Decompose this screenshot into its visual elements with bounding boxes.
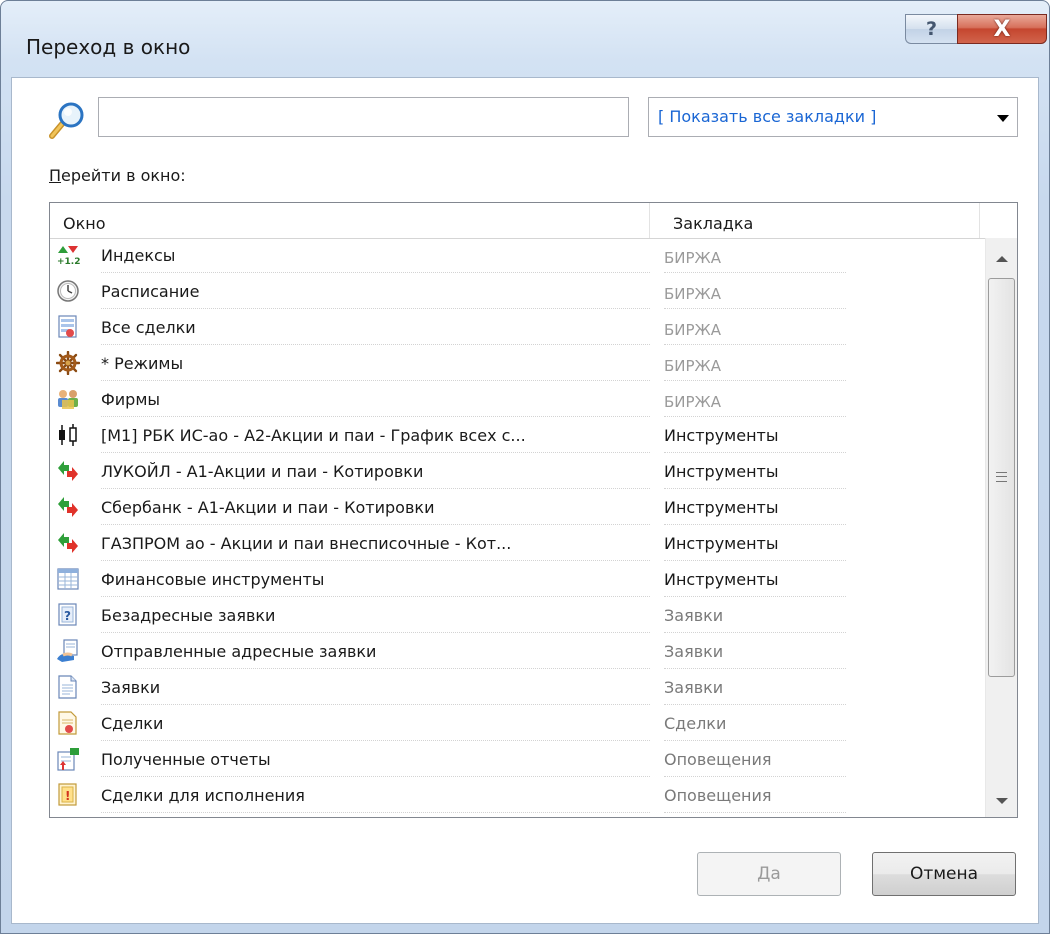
document-icon <box>58 675 77 699</box>
chevron-down-icon[interactable] <box>997 115 1009 122</box>
list-item[interactable]: Фирмы БИРЖА <box>50 382 985 418</box>
cancel-button[interactable]: Отмена <box>872 852 1016 896</box>
row-window-name: Фирмы <box>101 382 650 417</box>
row-bookmark: БИРЖА <box>664 238 846 273</box>
list-header: Окно Закладка <box>50 203 1017 239</box>
row-bookmark: Сделки <box>664 706 846 741</box>
row-window-name: Финансовые инструменты <box>101 562 650 597</box>
list-item[interactable]: Сбербанк - А1-Акции и паи - Котировки Ин… <box>50 490 985 526</box>
list-item[interactable]: Полученные отчеты Оповещения <box>50 742 985 778</box>
goto-label-accel: П <box>49 166 62 185</box>
row-bookmark: Оповещения <box>664 778 846 813</box>
help-button[interactable]: ? <box>905 14 957 44</box>
row-window-name: Сделки для исполнения <box>101 778 650 813</box>
search-input[interactable] <box>98 97 629 137</box>
firms-icon <box>58 390 78 409</box>
list-item[interactable]: +1.2% Индексы БИРЖА <box>50 238 985 274</box>
goto-label-text: ерейти в окно: <box>61 166 186 185</box>
clock-icon <box>57 280 79 302</box>
list-item[interactable]: Отправленные адресные заявки Заявки <box>50 634 985 670</box>
close-button[interactable]: X <box>957 14 1047 44</box>
row-bookmark: Оповещения <box>664 742 846 777</box>
indexes-icon: +1.2% <box>57 246 80 267</box>
column-header-window[interactable]: Окно <box>50 203 650 238</box>
list-item[interactable]: Финансовые инструменты Инструменты <box>50 562 985 598</box>
row-window-name: Все сделки <box>101 310 650 345</box>
row-window-name: ГАЗПРОМ ао - Акции и паи внесписочные - … <box>101 526 650 561</box>
row-bookmark: БИРЖА <box>664 346 846 381</box>
list-item[interactable]: Заявки Заявки <box>50 670 985 706</box>
svg-text:?: ? <box>64 609 71 623</box>
scrollbar-thumb[interactable] <box>988 278 1015 677</box>
row-window-name: * Режимы <box>101 346 650 381</box>
row-window-name: Отправленные адресные заявки <box>101 634 650 669</box>
row-bookmark: Заявки <box>664 598 846 633</box>
list-item[interactable]: Расписание БИРЖА <box>50 274 985 310</box>
help-icon: ? <box>925 18 938 40</box>
table-icon <box>57 568 79 590</box>
row-bookmark: Заявки <box>664 634 846 669</box>
ok-button[interactable]: Да <box>697 852 841 896</box>
column-header-bookmark[interactable]: Закладка <box>650 203 980 238</box>
scroll-up-arrow-icon[interactable] <box>996 256 1008 262</box>
row-window-name: Индексы <box>101 238 650 273</box>
row-window-name: Сбербанк - А1-Акции и паи - Котировки <box>101 490 650 525</box>
list-item[interactable]: ГАЗПРОМ ао - Акции и паи внесписочные - … <box>50 526 985 562</box>
row-window-name: Заявки <box>101 670 650 705</box>
row-window-name: Расписание <box>101 274 650 309</box>
quotes-icon <box>58 461 78 481</box>
list-item[interactable]: ? Безадресные заявки Заявки <box>50 598 985 634</box>
vertical-scrollbar[interactable] <box>985 238 1017 817</box>
list-item[interactable]: * Режимы БИРЖА <box>50 346 985 382</box>
quotes-icon <box>58 497 78 517</box>
close-icon: X <box>993 16 1011 42</box>
row-bookmark: Инструменты <box>664 526 846 561</box>
svg-text:+1.2%: +1.2% <box>57 257 80 267</box>
row-window-name: Сделки <box>101 706 650 741</box>
row-bookmark: Инструменты <box>664 418 846 453</box>
ship-wheel-icon <box>56 351 80 375</box>
row-window-name: Безадресные заявки <box>101 598 650 633</box>
row-bookmark: БИРЖА <box>664 310 846 345</box>
row-bookmark: Инструменты <box>664 454 846 489</box>
quotes-icon <box>58 533 78 553</box>
bookmark-filter-dropdown[interactable]: [ Показать все закладки ] <box>648 97 1018 137</box>
row-bookmark: БИРЖА <box>664 382 846 417</box>
svg-text:!: ! <box>65 789 70 803</box>
hand-doc-icon <box>57 639 78 662</box>
list-item[interactable]: Все сделки БИРЖА <box>50 310 985 346</box>
list-item[interactable]: [M1] РБК ИС-ао - А2-Акции и паи - График… <box>50 418 985 454</box>
row-bookmark: Инструменты <box>664 562 846 597</box>
alert-doc-icon: ! <box>58 783 77 806</box>
window-list[interactable]: Окно Закладка +1.2% Индексы БИРЖА Распис… <box>49 202 1018 818</box>
list-item[interactable]: ! Сделки для исполнения Оповещения <box>50 778 985 814</box>
list-rows: +1.2% Индексы БИРЖА Расписание БИРЖА <box>50 238 985 814</box>
list-item[interactable]: ЛУКОЙЛ - А1-Акции и паи - Котировки Инст… <box>50 454 985 490</box>
row-window-name: [M1] РБК ИС-ао - А2-Акции и паи - График… <box>101 418 650 453</box>
row-bookmark: БИРЖА <box>664 274 846 309</box>
candlestick-icon <box>59 424 77 446</box>
received-reports-icon <box>57 748 79 771</box>
row-window-name: Полученные отчеты <box>101 742 650 777</box>
grip-icon <box>996 472 1007 482</box>
row-bookmark: Заявки <box>664 670 846 705</box>
row-bookmark: Инструменты <box>664 490 846 525</box>
search-icon <box>49 102 84 139</box>
list-item[interactable]: Сделки Сделки <box>50 706 985 742</box>
bookmark-filter-value: [ Показать все закладки ] <box>658 107 877 126</box>
question-doc-icon: ? <box>58 603 77 626</box>
row-window-name: ЛУКОЙЛ - А1-Акции и паи - Котировки <box>101 454 650 489</box>
deals-doc-icon <box>58 711 77 735</box>
scroll-down-arrow-icon[interactable] <box>996 798 1008 804</box>
window-title: Переход в окно <box>26 35 191 59</box>
all-trades-icon <box>58 315 77 338</box>
goto-window-label: Перейти в окно: <box>49 166 186 185</box>
